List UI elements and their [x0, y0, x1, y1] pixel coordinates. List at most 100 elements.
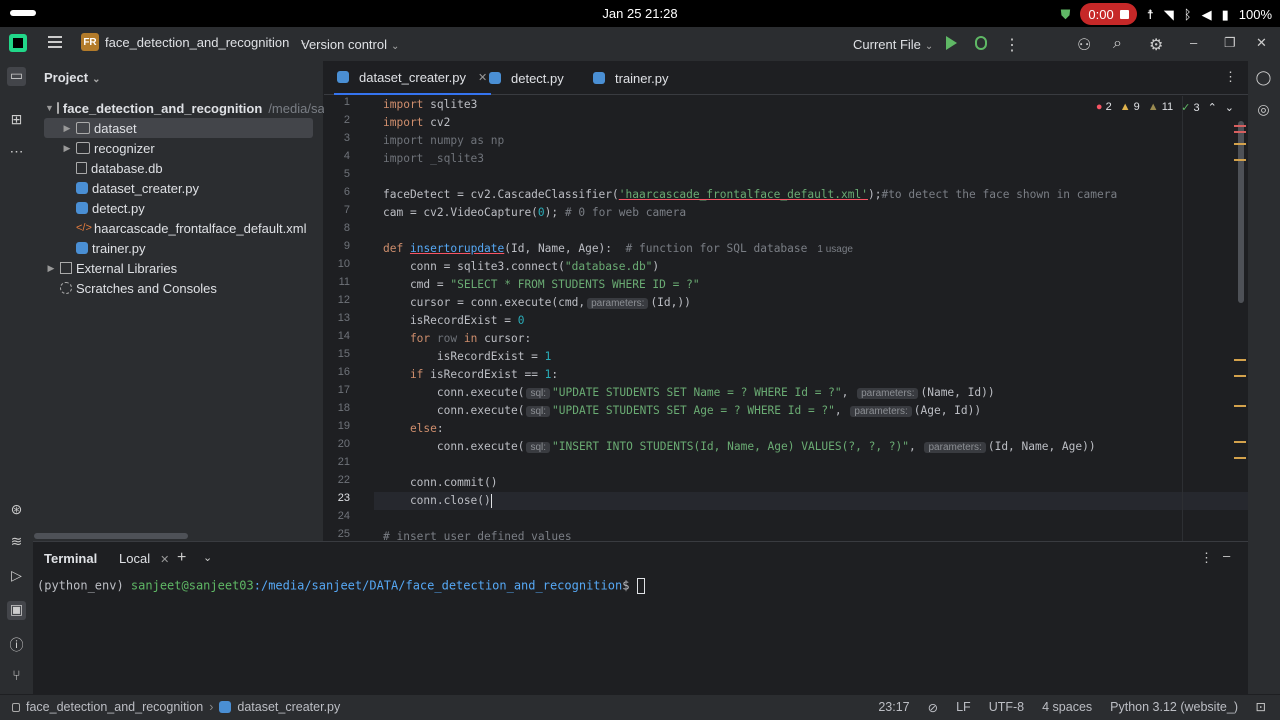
warning-marker[interactable] — [1234, 359, 1246, 361]
readonly-toggle-icon[interactable]: ⊘ — [928, 700, 938, 715]
lock-icon[interactable]: ⊡ — [1256, 699, 1266, 714]
problems-icon[interactable]: ⓘ — [7, 635, 26, 654]
project-tool-icon[interactable]: ▭ — [7, 67, 26, 86]
more-tools-icon[interactable]: ⋯ — [7, 143, 26, 162]
code-line: # insert user defined values — [383, 528, 572, 541]
run-icon[interactable] — [946, 36, 957, 50]
weak-warning-count[interactable]: ▲ 11 — [1148, 101, 1173, 114]
code-editor: dataset_creater.py ✕ detect.py trainer.p… — [324, 61, 1248, 541]
warning-marker[interactable] — [1234, 405, 1246, 407]
restore-icon[interactable]: ❐ — [1224, 35, 1236, 51]
error-marker[interactable] — [1234, 131, 1246, 133]
recording-indicator[interactable]: 0:00 — [1080, 3, 1137, 25]
breadcrumb-project[interactable]: face_detection_and_recognition — [26, 700, 203, 714]
chevron-right-icon[interactable]: ▶ — [45, 263, 57, 274]
tab-local[interactable]: Local ✕ — [119, 551, 169, 566]
run-config-label: Current File — [853, 37, 921, 52]
token: ) — [652, 260, 660, 273]
terminal-tool-icon[interactable]: ▣ — [7, 601, 26, 620]
token: faceDetect = cv2.CascadeClassifier( — [383, 188, 619, 201]
usage-hint[interactable]: 1 usage — [817, 244, 853, 255]
tree-item-dataset[interactable]: ▶ dataset — [44, 118, 313, 138]
python-interpreter[interactable]: Python 3.12 (website_) — [1110, 700, 1238, 715]
tree-item-dataset-creater[interactable]: dataset_creater.py — [33, 178, 324, 198]
chevron-down-icon[interactable]: ▼ — [45, 103, 54, 113]
volume-icon: ◀ — [1201, 6, 1212, 22]
tab-trainer[interactable]: trainer.py — [590, 61, 668, 95]
token: : — [436, 422, 444, 435]
warning-marker[interactable] — [1234, 143, 1246, 145]
typo-count[interactable]: ✓ 3 — [1181, 101, 1199, 114]
inspection-widget[interactable]: ● 2 ▲ 9 ▲ 11 ✓ 3 ⌃ ⌄ — [1096, 101, 1234, 114]
tree-item-detect[interactable]: detect.py — [33, 198, 324, 218]
search-icon[interactable]: ⌕ — [1113, 35, 1122, 53]
warning-count[interactable]: ▲ 9 — [1120, 101, 1140, 114]
add-terminal-icon[interactable]: + — [177, 549, 186, 567]
main-menu-icon[interactable] — [48, 36, 62, 48]
shield-icon: ⛊ — [1060, 6, 1071, 22]
close-tab-icon[interactable]: ✕ — [160, 554, 169, 566]
more-vertical-icon[interactable]: ⋮ — [1224, 69, 1237, 85]
tree-item-haarcascade-xml[interactable]: </> haarcascade_frontalface_default.xml — [33, 218, 324, 238]
chevron-right-icon[interactable]: ▶ — [61, 123, 73, 134]
tree-item-recognizer[interactable]: ▶ recognizer — [33, 138, 324, 158]
tree-item-scratches[interactable]: Scratches and Consoles — [33, 278, 324, 298]
minimize-icon[interactable]: – — [1190, 35, 1197, 50]
code-line: conn.commit() — [383, 474, 498, 492]
tree-root-folder[interactable]: ▼ face_detection_and_recognition/media/s… — [33, 98, 324, 118]
tree-item-database-db[interactable]: database.db — [33, 158, 324, 178]
close-icon[interactable]: ✕ — [1256, 35, 1267, 51]
caret-position[interactable]: 23:17 — [878, 700, 909, 715]
add-user-icon[interactable]: ⚇ — [1077, 35, 1091, 55]
project-selector[interactable]: FR face_detection_and_recognition ⌄ — [81, 33, 308, 51]
chevron-right-icon[interactable]: ▶ — [61, 143, 73, 154]
layers-icon[interactable]: ≋ — [7, 533, 26, 552]
tree-item-path: /media/sa — [268, 100, 324, 116]
warning-marker[interactable] — [1234, 375, 1246, 377]
token-keyword: import — [383, 98, 424, 111]
hide-panel-icon[interactable]: – — [1223, 548, 1230, 563]
line-number: 1 — [343, 96, 350, 108]
code-line: for row in cursor: — [383, 330, 531, 348]
run-tool-icon[interactable]: ▷ — [7, 567, 26, 586]
gear-icon[interactable]: ⚙ — [1149, 35, 1163, 55]
version-control-menu[interactable]: Version control ⌄ — [301, 37, 399, 52]
warning-marker[interactable] — [1234, 441, 1246, 443]
file-encoding[interactable]: UTF-8 — [989, 700, 1024, 715]
stop-icon[interactable] — [1119, 9, 1129, 19]
structure-tool-icon[interactable]: ⊞ — [7, 111, 26, 130]
indent-setting[interactable]: 4 spaces — [1042, 700, 1092, 715]
warning-marker[interactable] — [1234, 159, 1246, 161]
terminal-prompt[interactable]: (python_env) sanjeet@sanjeet03:/media/sa… — [37, 578, 645, 594]
warning-marker[interactable] — [1234, 457, 1246, 459]
python-packages-icon[interactable]: ⊛ — [7, 501, 26, 520]
chevron-down-icon[interactable]: ⌄ — [1225, 101, 1234, 114]
error-count[interactable]: ● 2 — [1096, 101, 1112, 114]
pycharm-logo-icon[interactable] — [9, 34, 27, 52]
line-number: 6 — [343, 186, 350, 198]
ai-assistant-icon[interactable]: ◎ — [1254, 101, 1273, 120]
chevron-up-icon[interactable]: ⌃ — [1208, 101, 1217, 114]
tab-dataset-creater[interactable]: dataset_creater.py ✕ — [334, 61, 492, 95]
tree-item-external-libraries[interactable]: ▶ External Libraries — [33, 258, 324, 278]
debug-icon[interactable] — [975, 36, 987, 50]
line-separator[interactable]: LF — [956, 700, 971, 715]
editor-vertical-scrollbar[interactable] — [1238, 121, 1244, 303]
error-marker[interactable] — [1234, 125, 1246, 127]
notifications-icon[interactable]: ◯ — [1254, 69, 1273, 88]
code-line: if isRecordExist == 1: — [383, 366, 558, 384]
more-vertical-icon[interactable]: ⋮ — [1200, 550, 1213, 566]
project-panel-header[interactable]: Project ⌄ — [44, 70, 100, 85]
run-configuration-selector[interactable]: Current File ⌄ — [853, 37, 933, 52]
code-area[interactable]: import sqlite3 import cv2 import numpy a… — [383, 96, 1248, 541]
python-file-icon — [76, 202, 88, 214]
breadcrumb-file[interactable]: dataset_creater.py — [237, 700, 340, 714]
chevron-down-icon[interactable]: ⌄ — [203, 551, 212, 564]
git-icon[interactable]: ⑂ — [7, 667, 26, 686]
tree-item-trainer[interactable]: trainer.py — [33, 238, 324, 258]
more-vertical-icon[interactable]: ⋮ — [1004, 35, 1020, 55]
code-line: def insertorupdate(Id, Name, Age): # fun… — [383, 240, 853, 258]
project-horizontal-scrollbar[interactable] — [34, 533, 188, 539]
token: conn.commit() — [383, 476, 498, 489]
tab-detect[interactable]: detect.py — [486, 61, 564, 95]
